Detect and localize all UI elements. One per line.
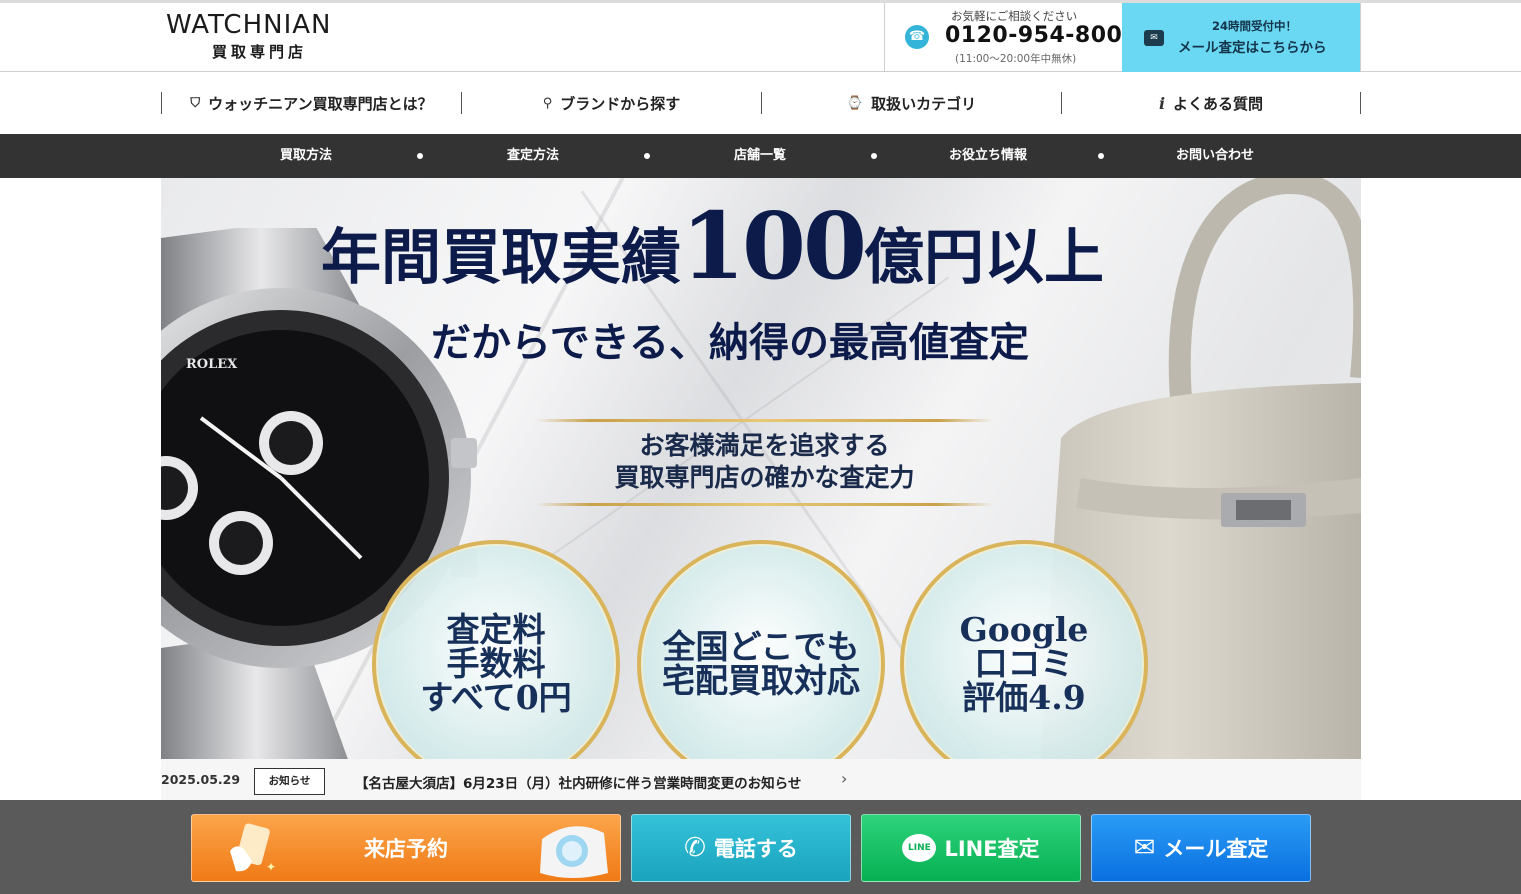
svg-text:ROLEX: ROLEX xyxy=(186,357,238,372)
visit-label: 来店予約 xyxy=(364,837,448,861)
search-icon: ⚲ xyxy=(542,95,553,111)
line-label: LINE査定 xyxy=(944,837,1040,861)
hero-title-number: 100 xyxy=(681,192,867,300)
logo-subtitle: 買取専門店 xyxy=(212,43,308,61)
mail-icon: ✉ xyxy=(1144,30,1164,46)
watch-icon: ⌚ xyxy=(846,95,864,111)
news-date: 2025.05.29 xyxy=(161,772,241,787)
header-tel[interactable]: ☎ お気軽にご相談ください 0120-954-800 (11:00〜20:00年… xyxy=(884,3,1122,72)
news-badge: お知らせ xyxy=(254,768,325,795)
mail-sub: 24時間受付中！ xyxy=(1212,19,1298,33)
hero-title-post: 億円以上 xyxy=(864,223,1105,293)
tel-hours: (11:00〜20:00年中無休) xyxy=(955,53,1077,65)
primary-nav: ⛉ ウォッチニアン買取専門店とは？ ⚲ ブランドから探す ⌚ 取扱いカテゴリ i… xyxy=(161,92,1361,114)
feature-line: 査定料 xyxy=(446,610,546,649)
feature-line: 全国どこでも xyxy=(662,627,860,666)
nav-categories[interactable]: ⌚ 取扱いカテゴリ xyxy=(761,92,1061,114)
gold-divider-bottom xyxy=(536,503,993,506)
nav-purchase-method[interactable]: 買取方法 xyxy=(280,134,332,178)
cta-bar: ✦ 来店予約 ✆ 電話する LINE LINE査定 ✉ メール査定 xyxy=(0,800,1521,894)
mail-icon: ✉ xyxy=(1133,833,1156,863)
feature-line: すべて0円 xyxy=(420,678,572,717)
nav-store-list[interactable]: 店舗一覧 xyxy=(734,134,786,178)
line-icon: LINE xyxy=(902,834,937,862)
call-button[interactable]: ✆ 電話する xyxy=(631,814,851,882)
feature-circle-text: 査定料 手数料 すべて0円 xyxy=(386,613,606,715)
nav-brand-search[interactable]: ⚲ ブランドから探す xyxy=(461,92,761,114)
secondary-nav: 買取方法 査定方法 店舗一覧 お役立ち情報 お問い合わせ xyxy=(0,134,1521,178)
news-link[interactable]: 【名古屋大須店】6月23日（月）社内研修に伴う営業時間変更のお知らせ xyxy=(355,772,801,792)
hand-pointer-icon: ✦ xyxy=(230,823,276,874)
nav-useful-info[interactable]: お役立ち情報 xyxy=(949,134,1027,178)
mail-label: メール査定はこちらから xyxy=(1178,40,1327,56)
chevron-right-icon[interactable]: › xyxy=(841,769,847,788)
nav-about[interactable]: ⛉ ウォッチニアン買取専門店とは？ xyxy=(161,92,461,114)
nav-faq[interactable]: i よくある質問 xyxy=(1061,92,1361,114)
hero-title: 年間買取実績100億円以上 xyxy=(321,200,1104,292)
tel-note: お気軽にご相談ください xyxy=(951,9,1078,23)
nav-appraisal-method[interactable]: 査定方法 xyxy=(507,134,559,178)
nav-faq-label: よくある質問 xyxy=(1173,94,1264,113)
mail-appraisal-label: メール査定 xyxy=(1163,837,1269,861)
nav-brand-label: ブランドから探す xyxy=(560,94,681,113)
nav-separator xyxy=(871,153,877,159)
hero-subtitle: だからできる、納得の最高値査定 xyxy=(431,319,1029,366)
hero-catch-line1: お客様満足を追求する xyxy=(639,431,890,460)
feature-circle-text: Google 口コミ 評価4.9 xyxy=(914,613,1134,715)
hero-catch: お客様満足を追求する 買取専門店の確かな査定力 xyxy=(541,430,988,494)
feature-line: 宅配買取対応 xyxy=(662,661,860,700)
feature-line: Google xyxy=(959,610,1089,649)
gold-divider-top xyxy=(536,419,993,422)
nav-separator xyxy=(417,153,423,159)
watch-box-icon xyxy=(540,826,608,878)
shield-icon: ⛉ xyxy=(190,95,201,111)
hero-banner[interactable]: ROLEX 年間買取実績100億円以上 だからできる、納得の最高値査定 お客様満… xyxy=(161,178,1361,759)
mail-appraisal-button[interactable]: ✉ メール査定 xyxy=(1091,814,1311,882)
nav-categories-label: 取扱いカテゴリ xyxy=(871,94,977,113)
header-mail-button[interactable]: ✉ 24時間受付中！ メール査定はこちらから xyxy=(1122,3,1361,72)
visit-reservation-button[interactable]: ✦ 来店予約 xyxy=(191,814,621,882)
feature-line: 評価4.9 xyxy=(962,678,1086,717)
feature-line: 手数料 xyxy=(446,644,546,683)
phone-icon: ☎ xyxy=(905,25,929,49)
nav-separator xyxy=(644,153,650,159)
info-icon: i xyxy=(1158,93,1166,113)
logo-wordmark: WATCHNIAN xyxy=(166,10,332,40)
call-label: 電話する xyxy=(713,837,798,861)
site-header: WATCHNIAN 買取専門店 ☎ お気軽にご相談ください 0120-954-8… xyxy=(0,3,1521,72)
feature-circle-text: 全国どこでも 宅配買取対応 xyxy=(651,630,871,698)
nav-separator xyxy=(1098,153,1104,159)
site-logo[interactable]: WATCHNIAN 買取専門店 xyxy=(166,12,366,64)
svg-text:✦: ✦ xyxy=(266,860,276,874)
nav-contact[interactable]: お問い合わせ xyxy=(1176,134,1254,178)
hero-catch-line2: 買取専門店の確かな査定力 xyxy=(614,463,915,492)
news-ticker[interactable]: 2025.05.29 お知らせ 【名古屋大須店】6月23日（月）社内研修に伴う営… xyxy=(161,759,1361,800)
hero-title-pre: 年間買取実績 xyxy=(321,223,681,293)
tel-number[interactable]: 0120-954-800 xyxy=(945,23,1122,48)
phone-icon: ✆ xyxy=(684,833,706,863)
nav-about-label: ウォッチニアン買取専門店とは？ xyxy=(208,94,433,113)
feature-line: 口コミ xyxy=(974,644,1074,683)
page: WATCHNIAN 買取専門店 ☎ お気軽にご相談ください 0120-954-8… xyxy=(0,0,1521,894)
line-appraisal-button[interactable]: LINE LINE査定 xyxy=(861,814,1081,882)
